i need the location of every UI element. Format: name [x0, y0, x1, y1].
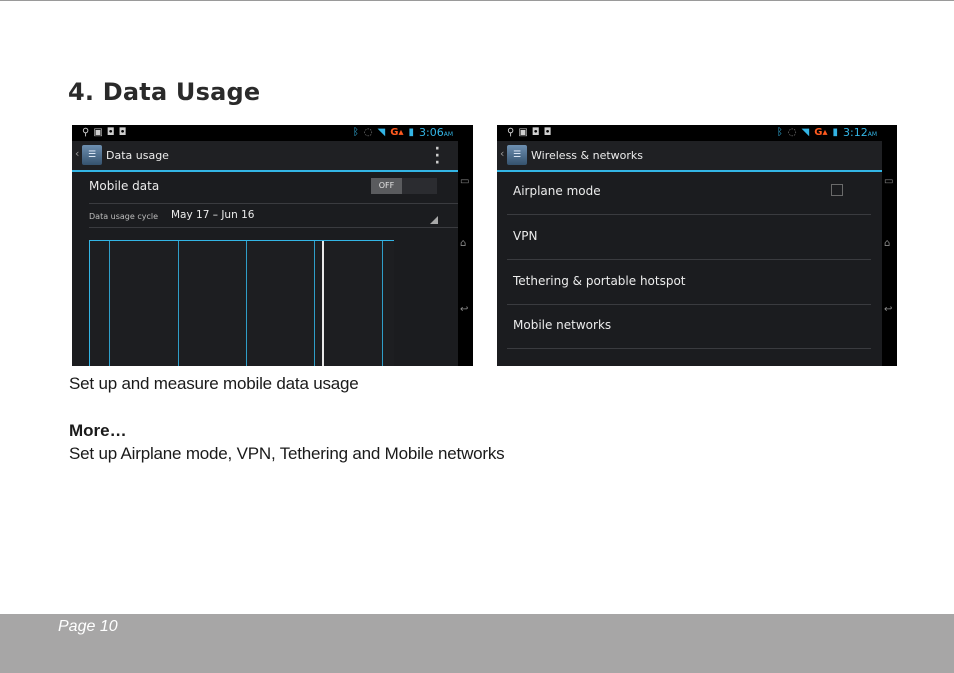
- overflow-menu-icon[interactable]: · · ·: [435, 142, 440, 170]
- battery-icon: ▮: [832, 127, 839, 138]
- list-item-label: Mobile networks: [513, 318, 612, 332]
- data-usage-graph: [89, 240, 394, 366]
- list-item-mobile-networks[interactable]: Mobile networks: [507, 304, 871, 349]
- settings-app-icon[interactable]: ☰: [82, 145, 102, 165]
- list-item-tethering[interactable]: Tethering & portable hotspot: [507, 260, 871, 305]
- action-bar: ‹ ☰ Wireless & networks: [497, 141, 882, 172]
- page-footer: Page 10: [0, 614, 954, 673]
- graph-cycle-start-line[interactable]: [314, 241, 315, 366]
- cycle-value: May 17 – Jun 16: [171, 209, 255, 221]
- notification-icons: ⚲▣◘◘: [82, 127, 131, 138]
- back-chevron-icon[interactable]: ‹: [500, 147, 504, 160]
- wifi-icon: ◥: [801, 127, 810, 138]
- back-icon[interactable]: ↩: [884, 304, 892, 315]
- nav-strip: ▭ ⌂ ↩: [882, 141, 897, 366]
- wifi-icon: ◥: [377, 127, 386, 138]
- page-number: Page 10: [58, 618, 118, 635]
- divider: [89, 203, 458, 204]
- list-item-label: VPN: [513, 229, 538, 243]
- mobile-data-toggle[interactable]: OFF: [371, 178, 437, 194]
- graph-gridline: [109, 241, 110, 366]
- status-time: 3:12AM: [843, 126, 877, 139]
- page-heading: 4. Data Usage: [68, 78, 261, 106]
- settings-app-icon[interactable]: ☰: [507, 145, 527, 165]
- notification-icons: ⚲▣◘◘: [507, 127, 556, 138]
- bluetooth-icon: ᛒ: [776, 127, 783, 138]
- graph-cycle-marker[interactable]: [322, 241, 324, 366]
- graph-gridline: [246, 241, 247, 366]
- signal-icon: G▴: [814, 127, 828, 138]
- more-description: Set up Airplane mode, VPN, Tethering and…: [69, 444, 505, 463]
- data-usage-screenshot: ⚲▣◘◘ ᛒ ◌ ◥ G▴ ▮ 3:06AM ‹ ☰ Data usage · ·…: [72, 125, 473, 366]
- recent-apps-icon[interactable]: ▭: [884, 176, 893, 187]
- status-bar: ⚲▣◘◘ ᛒ ◌ ◥ G▴ ▮ 3:12AM: [497, 125, 897, 141]
- data-usage-caption: Set up and measure mobile data usage: [69, 374, 359, 393]
- sync-icon: ◌: [787, 127, 797, 138]
- screen-title: Wireless & networks: [531, 149, 643, 162]
- graph-gridline: [178, 241, 179, 366]
- sync-icon: ◌: [363, 127, 373, 138]
- graph-gridline: [382, 241, 383, 366]
- back-icon[interactable]: ↩: [460, 304, 468, 315]
- top-rule: [0, 0, 954, 1]
- status-time: 3:06AM: [419, 126, 453, 139]
- dropdown-arrow-icon[interactable]: [430, 216, 438, 224]
- bluetooth-icon: ᛒ: [352, 127, 359, 138]
- list-item-vpn[interactable]: VPN: [507, 215, 871, 260]
- cycle-label: Data usage cycle: [89, 212, 159, 221]
- home-icon[interactable]: ⌂: [884, 238, 890, 249]
- mobile-data-label: Mobile data: [89, 179, 160, 193]
- toggle-off-label: OFF: [371, 178, 402, 194]
- screen-title: Data usage: [106, 149, 169, 162]
- wireless-networks-screenshot: ⚲▣◘◘ ᛒ ◌ ◥ G▴ ▮ 3:12AM ‹ ☰ Wireless & ne…: [497, 125, 897, 366]
- more-heading: More…: [69, 421, 127, 440]
- home-icon[interactable]: ⌂: [460, 238, 466, 249]
- back-chevron-icon[interactable]: ‹: [75, 147, 79, 160]
- signal-icon: G▴: [390, 127, 404, 138]
- nav-strip: ▭ ⌂ ↩: [458, 141, 473, 366]
- divider: [89, 227, 458, 228]
- battery-icon: ▮: [408, 127, 415, 138]
- mobile-data-row[interactable]: Mobile data OFF: [72, 172, 458, 202]
- list-item-label: Tethering & portable hotspot: [513, 274, 686, 288]
- airplane-mode-checkbox[interactable]: [831, 184, 843, 196]
- list-item-label: Airplane mode: [513, 184, 601, 198]
- action-bar: ‹ ☰ Data usage · · ·: [72, 141, 458, 172]
- data-usage-cycle-row[interactable]: Data usage cycle May 17 – Jun 16: [72, 207, 458, 227]
- status-bar: ⚲▣◘◘ ᛒ ◌ ◥ G▴ ▮ 3:06AM: [72, 125, 473, 141]
- recent-apps-icon[interactable]: ▭: [460, 176, 469, 187]
- list-item-airplane-mode[interactable]: Airplane mode: [507, 170, 871, 215]
